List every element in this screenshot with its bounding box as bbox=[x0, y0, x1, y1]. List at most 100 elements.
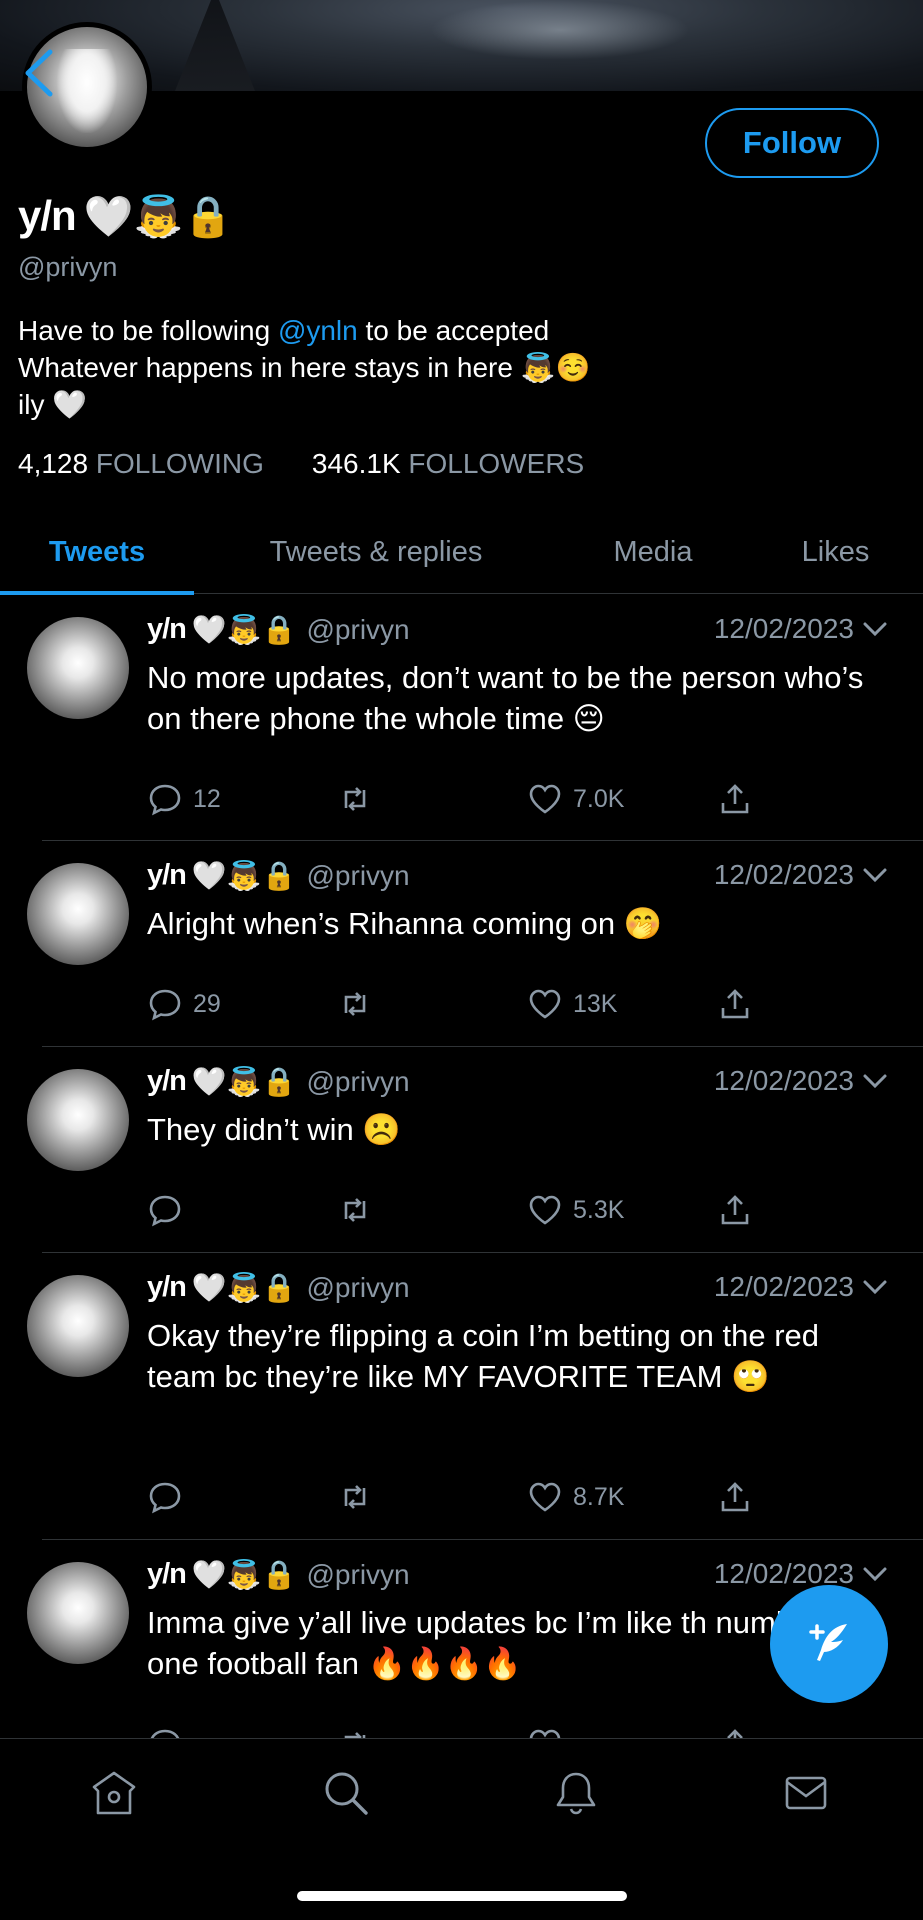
chevron-down-icon[interactable] bbox=[862, 1278, 888, 1296]
like-button[interactable]: 8.7K bbox=[527, 1479, 624, 1515]
tweet-author-name: y/n bbox=[147, 859, 187, 891]
back-arrow-icon[interactable] bbox=[22, 48, 56, 98]
profile-stats: 4,128 FOLLOWING 346.1K FOLLOWERS bbox=[18, 448, 584, 480]
reply-button[interactable]: 12 bbox=[147, 781, 221, 817]
like-icon bbox=[529, 1195, 561, 1225]
reply-icon bbox=[150, 1729, 180, 1738]
tab-tweets[interactable]: Tweets bbox=[0, 510, 194, 595]
tweet-item[interactable]: y/n 🤍👼🔒 @privyn 12/02/2023 Alright when’… bbox=[0, 841, 923, 1047]
tweet-date: 12/02/2023 bbox=[714, 1065, 888, 1097]
retweet-button[interactable] bbox=[337, 1192, 383, 1228]
retweet-button[interactable] bbox=[337, 1479, 383, 1515]
bio-line-3: ily 🤍 bbox=[18, 389, 88, 420]
banner-spire bbox=[175, 0, 255, 91]
profile-tabs: Tweets Tweets & replies Media Likes bbox=[0, 510, 923, 595]
like-count: 13K bbox=[573, 989, 618, 1018]
tab-tweets-and-replies[interactable]: Tweets & replies bbox=[194, 510, 558, 594]
profile-name-emojis: 🤍👼🔒 bbox=[83, 193, 234, 240]
notifications-icon[interactable] bbox=[552, 1769, 600, 1817]
share-icon bbox=[721, 784, 749, 814]
tweet-avatar[interactable] bbox=[27, 1069, 129, 1171]
tweet-text: Imma give y’all live updates bc I’m like… bbox=[147, 1605, 821, 1681]
tweet-avatar[interactable] bbox=[27, 1562, 129, 1664]
reply-icon bbox=[149, 784, 181, 816]
retweet-button[interactable] bbox=[337, 781, 383, 817]
like-count: 8.7K bbox=[573, 1482, 625, 1511]
tweet-date-text: 12/02/2023 bbox=[713, 613, 854, 644]
tweet-author-emojis: 🤍👼🔒 bbox=[191, 859, 297, 892]
search-icon[interactable] bbox=[322, 1769, 370, 1817]
like-button[interactable]: 7.0K bbox=[527, 781, 624, 817]
messages-icon[interactable] bbox=[782, 1769, 830, 1817]
tab-media[interactable]: Media bbox=[558, 510, 748, 594]
tweet-header: y/n 🤍👼🔒 @privyn bbox=[147, 613, 410, 646]
retweet-button[interactable] bbox=[337, 986, 383, 1022]
retweet-icon bbox=[344, 1485, 366, 1509]
follow-button[interactable]: Follow bbox=[705, 108, 879, 178]
share-button[interactable] bbox=[717, 1192, 753, 1228]
following-count: 4,128 bbox=[18, 448, 89, 479]
share-button[interactable] bbox=[717, 1479, 753, 1515]
tweet-avatar[interactable] bbox=[27, 1275, 129, 1377]
chevron-down-icon[interactable] bbox=[862, 1072, 888, 1090]
tweet-actions bbox=[147, 1726, 777, 1738]
tweet-header: y/n 🤍👼🔒 @privyn bbox=[147, 1271, 410, 1304]
tweet-author-handle: @privyn bbox=[306, 613, 410, 645]
share-button[interactable] bbox=[717, 986, 753, 1022]
chevron-down-icon[interactable] bbox=[862, 866, 888, 884]
home-indicator[interactable] bbox=[297, 1891, 627, 1901]
tweet-avatar[interactable] bbox=[27, 863, 129, 965]
followers-label: FOLLOWERS bbox=[408, 448, 585, 479]
tweet-item[interactable]: y/n 🤍👼🔒 @privyn 12/02/2023 They didn’t w… bbox=[0, 1047, 923, 1253]
home-icon[interactable] bbox=[90, 1769, 138, 1817]
bio-line-2: Whatever happens in here stays in here 👼… bbox=[18, 352, 591, 383]
tweet-text: Alright when’s Rihanna coming on 🤭 bbox=[147, 906, 663, 941]
following-stat[interactable]: 4,128 FOLLOWING bbox=[18, 448, 264, 480]
retweet-button[interactable] bbox=[337, 1726, 373, 1738]
tab-likes[interactable]: Likes bbox=[748, 510, 923, 594]
tweet-date: 12/02/2023 bbox=[714, 1558, 888, 1590]
tweet-avatar[interactable] bbox=[27, 617, 129, 719]
retweet-icon bbox=[344, 787, 366, 811]
tweet-item[interactable]: y/n 🤍👼🔒 @privyn 12/02/2023 No more updat… bbox=[0, 595, 923, 841]
like-icon bbox=[529, 1482, 561, 1512]
retweet-icon bbox=[344, 1732, 366, 1738]
tweet-text: They didn’t win ☹️ bbox=[147, 1112, 401, 1147]
tweet-author-handle: @privyn bbox=[306, 1558, 410, 1590]
like-button[interactable] bbox=[527, 1726, 563, 1738]
like-icon bbox=[529, 784, 561, 814]
tweet-item[interactable]: y/n 🤍👼🔒 @privyn 12/02/2023 Okay they’re … bbox=[0, 1253, 923, 1540]
tweet-author-handle: @privyn bbox=[306, 859, 410, 891]
reply-button[interactable] bbox=[147, 1192, 193, 1228]
share-button[interactable] bbox=[717, 781, 753, 817]
bio-line-1-prefix: Have to be following bbox=[18, 315, 278, 346]
tweet-author-handle: @privyn bbox=[306, 1065, 410, 1097]
tweet-date: 12/02/2023 bbox=[714, 613, 888, 645]
share-icon bbox=[727, 1729, 743, 1738]
reply-icon bbox=[149, 989, 181, 1021]
like-icon bbox=[529, 1729, 561, 1738]
tweet-header: y/n 🤍👼🔒 @privyn bbox=[147, 1065, 410, 1098]
bio-mention-link[interactable]: @ynln bbox=[278, 315, 358, 346]
tweet-date: 12/02/2023 bbox=[714, 859, 888, 891]
tweet-date-text: 12/02/2023 bbox=[713, 859, 854, 890]
chevron-down-icon[interactable] bbox=[862, 620, 888, 638]
followers-stat[interactable]: 346.1K FOLLOWERS bbox=[312, 448, 584, 480]
share-icon bbox=[721, 1195, 749, 1225]
like-button[interactable]: 5.3K bbox=[527, 1192, 624, 1228]
compose-tweet-button[interactable] bbox=[770, 1585, 888, 1703]
share-button[interactable] bbox=[717, 1726, 753, 1738]
profile-bio: Have to be following @ynln to be accepte… bbox=[18, 312, 590, 423]
reply-button[interactable] bbox=[147, 1479, 193, 1515]
tweet-author-emojis: 🤍👼🔒 bbox=[191, 1271, 297, 1304]
followers-count: 346.1K bbox=[311, 448, 401, 479]
like-button[interactable]: 13K bbox=[527, 986, 617, 1022]
compose-icon bbox=[809, 1624, 847, 1661]
chevron-down-icon[interactable] bbox=[862, 1565, 888, 1583]
like-count: 5.3K bbox=[573, 1195, 625, 1224]
reply-button[interactable] bbox=[147, 1726, 183, 1738]
reply-button[interactable]: 29 bbox=[147, 986, 221, 1022]
tweet-author-emojis: 🤍👼🔒 bbox=[191, 613, 297, 646]
tweet-date-text: 12/02/2023 bbox=[713, 1271, 854, 1302]
bio-line-1-suffix: to be accepted bbox=[357, 315, 550, 346]
